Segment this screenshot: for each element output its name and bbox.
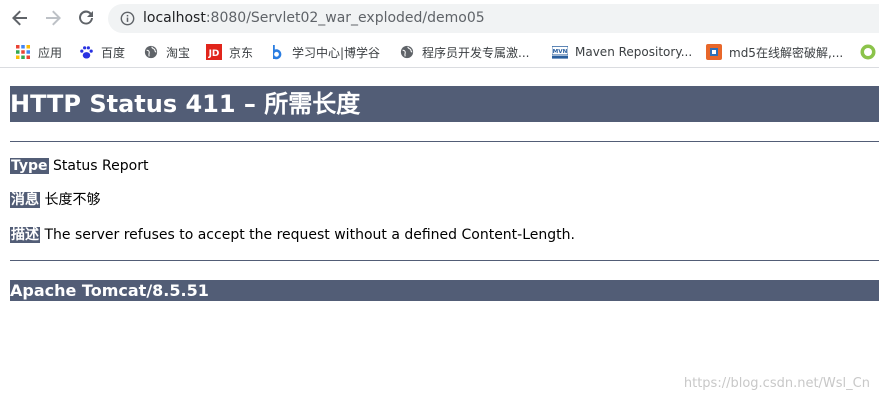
forward-button[interactable] xyxy=(41,6,65,30)
watermark: https://blog.csdn.net/Wsl_Cn xyxy=(683,376,870,391)
page-title: HTTP Status 411 – 所需长度 xyxy=(10,86,879,122)
divider xyxy=(10,260,879,261)
url-host: localhost xyxy=(143,10,206,26)
url-text[interactable]: localhost:8080/Servlet02_war_exploded/de… xyxy=(143,10,485,26)
description-line: 描述 The server refuses to accept the requ… xyxy=(10,226,575,244)
address-bar[interactable]: localhost:8080/Servlet02_war_exploded/de… xyxy=(108,4,879,33)
message-line: 消息 长度不够 xyxy=(10,191,100,209)
description-value: The server refuses to accept the request… xyxy=(44,227,575,243)
description-label: 描述 xyxy=(10,227,40,243)
bookmark-taobao[interactable]: 淘宝 xyxy=(143,43,190,61)
divider xyxy=(10,141,879,142)
svg-text:MVN: MVN xyxy=(553,48,568,54)
type-value: Status Report xyxy=(52,158,149,174)
bookmark-md5[interactable]: md5在线解密破解,... xyxy=(706,43,843,61)
jd-logo-icon: JD xyxy=(206,44,222,60)
back-button[interactable] xyxy=(8,6,32,30)
bookmark-label: 京东 xyxy=(229,45,254,60)
bookmark-dev-activate[interactable]: 程序员开发专属激... xyxy=(399,43,529,61)
bookmark-label: 应用 xyxy=(38,45,63,60)
bookmark-boxuegu[interactable]: 学习中心|博学谷 xyxy=(269,43,380,61)
server-info: Apache Tomcat/8.5.51 xyxy=(10,280,879,301)
baidu-paw-icon xyxy=(78,44,94,60)
error-page: HTTP Status 411 – 所需长度 Type Status Repor… xyxy=(0,68,879,402)
bookmark-label: md5在线解密破解,... xyxy=(729,45,844,60)
bookmarks-bar: 应用 百度 淘宝 JD 京东 学习中心|博学谷 程序员开发专属激... MVN … xyxy=(0,37,879,68)
green-bookmark-icon xyxy=(860,44,876,60)
back-arrow-icon xyxy=(12,10,27,26)
bookmark-label: Maven Repository... xyxy=(575,45,693,59)
type-label: Type xyxy=(10,158,49,174)
bookmark-jd[interactable]: JD 京东 xyxy=(206,43,253,61)
bookmark-overflow[interactable] xyxy=(860,43,879,61)
bookmark-label: 淘宝 xyxy=(166,45,191,60)
info-icon[interactable] xyxy=(120,11,135,26)
browser-toolbar: localhost:8080/Servlet02_war_exploded/de… xyxy=(0,0,879,37)
bookmark-baidu[interactable]: 百度 xyxy=(78,43,125,61)
bookmark-label: 学习中心|博学谷 xyxy=(292,45,381,60)
message-label: 消息 xyxy=(10,192,40,208)
maven-logo-icon: MVN xyxy=(552,44,568,60)
url-path: :8080/Servlet02_war_exploded/demo05 xyxy=(205,10,485,26)
globe-icon xyxy=(143,44,159,60)
md5-logo-icon xyxy=(706,44,722,60)
reload-icon xyxy=(79,10,93,25)
reload-button[interactable] xyxy=(74,6,98,30)
type-line: Type Status Report xyxy=(10,157,148,175)
apps-grid-icon xyxy=(15,44,31,60)
bookmark-maven[interactable]: MVN Maven Repository... xyxy=(552,43,692,61)
forward-arrow-icon xyxy=(46,10,61,26)
message-value: 长度不够 xyxy=(44,192,101,208)
bookmark-label: 百度 xyxy=(101,45,126,60)
bookmark-apps[interactable]: 应用 xyxy=(15,43,62,61)
globe-icon xyxy=(399,44,415,60)
bookmark-label: 程序员开发专属激... xyxy=(422,45,530,60)
svg-text:JD: JD xyxy=(208,49,220,59)
boxuegu-logo-icon xyxy=(269,44,285,60)
